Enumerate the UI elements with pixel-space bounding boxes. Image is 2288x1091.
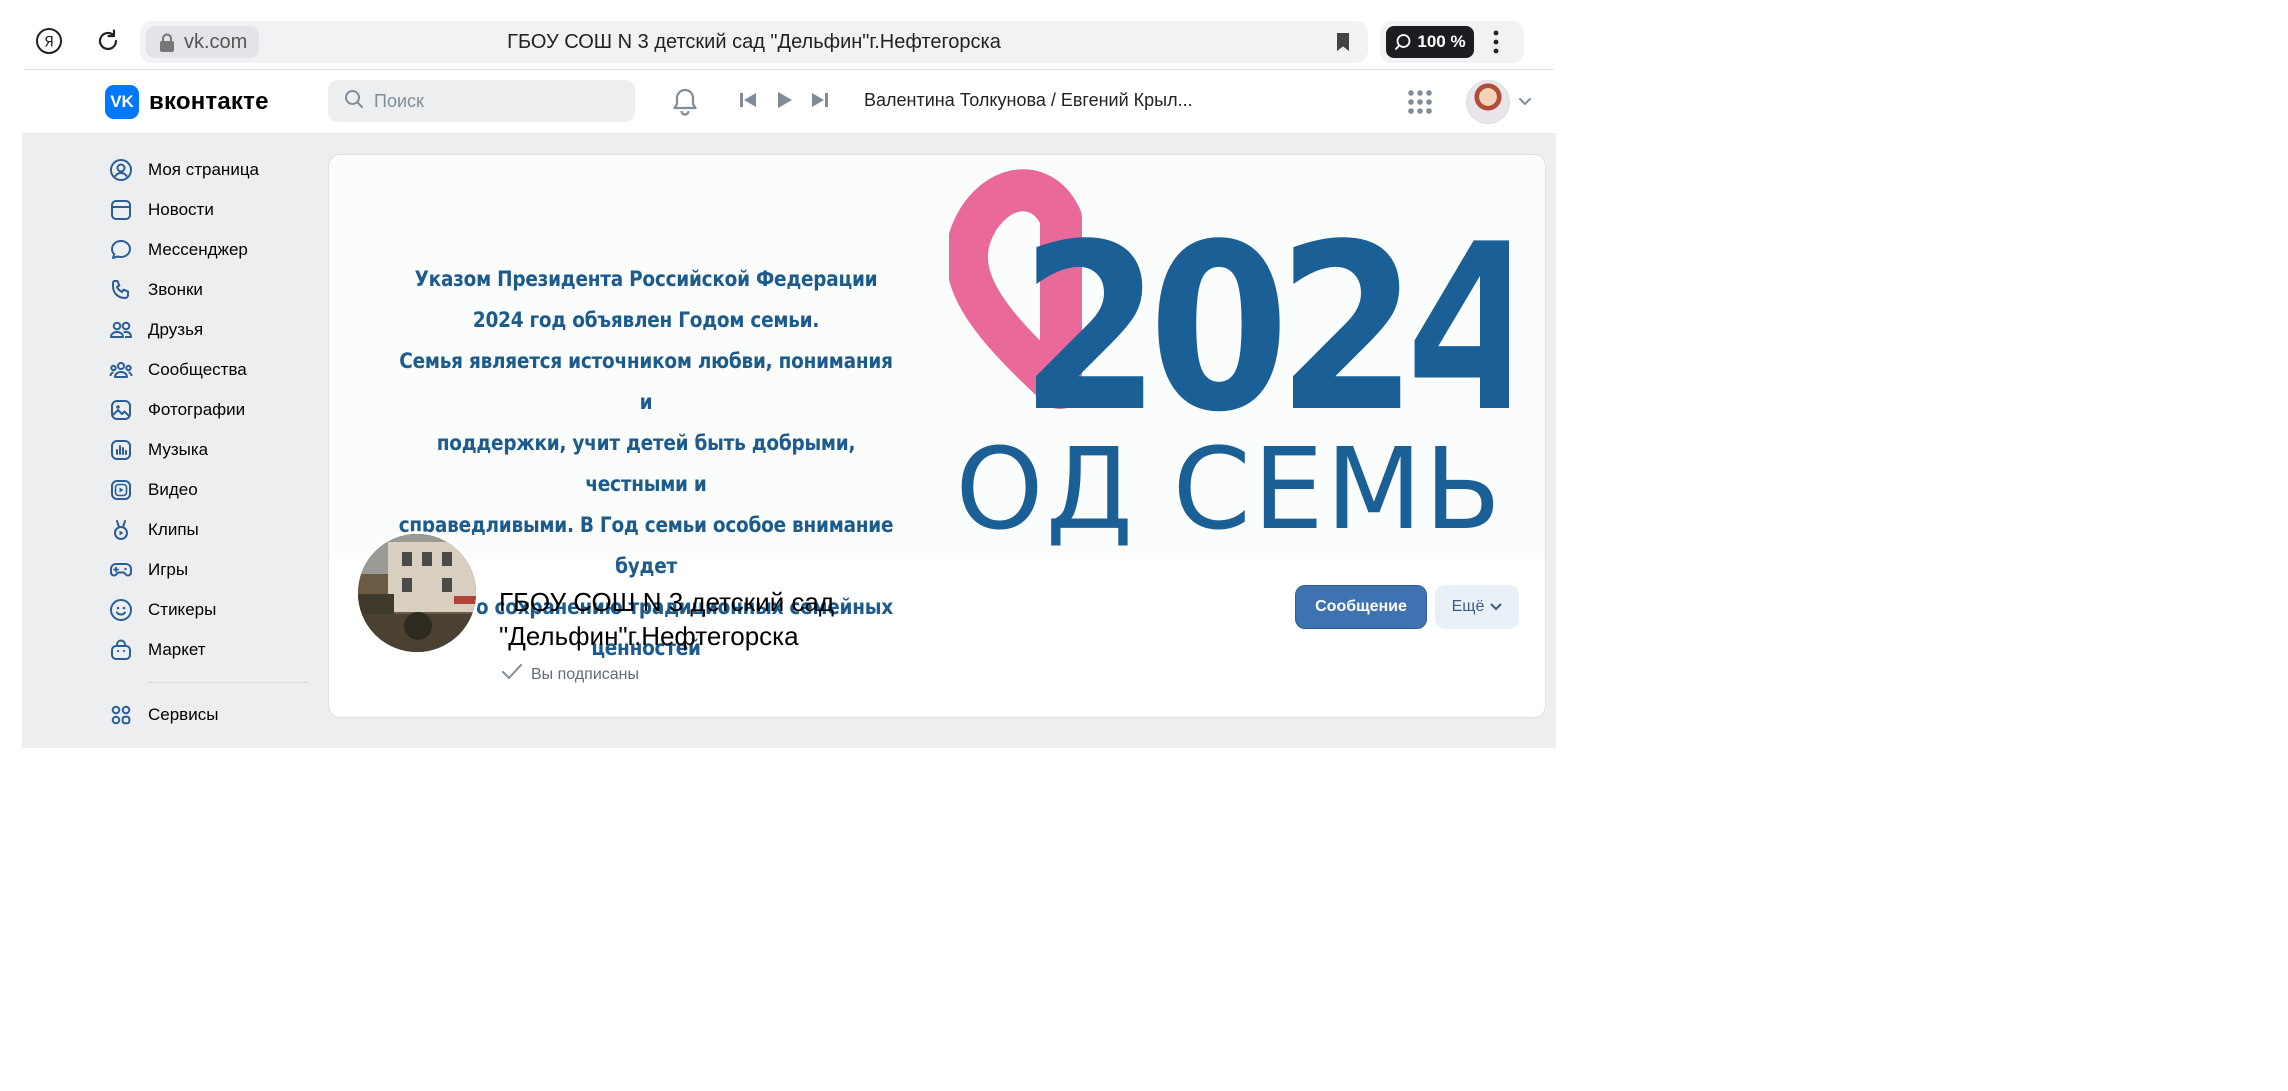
logo-year: 2024 xyxy=(1020,196,1509,464)
sidebar-item-label: Друзья xyxy=(148,320,204,339)
sidebar-item-label: Моя страница xyxy=(148,160,260,179)
sidebar-item-communities[interactable]: Сообщества xyxy=(100,350,310,390)
sidebar-item-market[interactable]: Маркет xyxy=(100,630,310,670)
sidebar-item-label: Видео xyxy=(148,480,198,499)
vk-logo-text: вконтакте xyxy=(149,88,269,115)
bookmark-icon[interactable] xyxy=(1334,31,1352,58)
services-grid-icon xyxy=(108,702,134,728)
sidebar-item-music[interactable]: Музыка xyxy=(100,430,310,470)
sidebar-item-services[interactable]: Сервисы xyxy=(100,695,310,735)
notifications-bell-icon[interactable] xyxy=(670,86,700,121)
group-header-card: Указом Президента Российской Федерации 2… xyxy=(328,154,1546,718)
group-cover: Указом Президента Российской Федерации 2… xyxy=(329,155,1545,661)
zoom-indicator[interactable]: 100 % xyxy=(1386,26,1474,58)
sidebar-item-label: Фотографии xyxy=(148,400,246,419)
cover-text-line: Указом Президента Российской Федерации xyxy=(414,267,878,292)
sidebar-item-calls[interactable]: Звонки xyxy=(100,270,310,310)
search-zoom-icon xyxy=(1395,34,1411,50)
sidebar-item-label: Новости xyxy=(148,200,214,219)
sidebar-item-label: Музыка xyxy=(148,440,209,459)
search-box[interactable] xyxy=(328,80,635,122)
sidebar-item-messenger[interactable]: Мессенджер xyxy=(100,230,310,270)
sidebar-item-clips[interactable]: Клипы xyxy=(100,510,310,550)
message-bubble-icon xyxy=(108,237,134,263)
reload-icon[interactable] xyxy=(93,26,123,56)
apps-grid-icon[interactable] xyxy=(1406,88,1434,121)
subscription-label: Вы подписаны xyxy=(531,665,639,683)
previous-track-icon[interactable] xyxy=(738,90,758,115)
sidebar-item-label: Игры xyxy=(148,560,189,579)
sidebar-item-label: Сервисы xyxy=(148,705,219,724)
left-navigation: Моя страница Новости Мессенджер Звонки Д… xyxy=(100,150,310,735)
more-menu-icon[interactable] xyxy=(1492,29,1500,60)
cover-text-line: поддержки, учит детей быть добрыми, чест… xyxy=(436,431,856,497)
subscription-status[interactable]: Вы подписаны xyxy=(501,663,639,686)
news-icon xyxy=(108,197,134,223)
chevron-down-icon[interactable] xyxy=(1518,94,1532,112)
sidebar-item-label: Маркет xyxy=(148,640,206,659)
photo-icon xyxy=(108,397,134,423)
bag-icon xyxy=(108,637,134,663)
svg-text:Я: Я xyxy=(44,35,54,51)
sidebar-item-friends[interactable]: Друзья xyxy=(100,310,310,350)
more-actions-button[interactable]: Ещё xyxy=(1435,585,1519,629)
zoom-area: 100 % xyxy=(1380,21,1524,63)
phone-icon xyxy=(108,277,134,303)
vk-logo[interactable]: VK вконтакте xyxy=(105,85,269,119)
send-message-button[interactable]: Сообщение xyxy=(1295,585,1427,629)
user-avatar[interactable] xyxy=(1466,80,1510,124)
cover-text-line: 2024 год объявлен Годом семьи. xyxy=(472,308,820,333)
sidebar-item-games[interactable]: Игры xyxy=(100,550,310,590)
gamepad-icon xyxy=(108,557,134,583)
audio-player-controls xyxy=(738,90,830,115)
checkmark-icon xyxy=(501,663,523,686)
chevron-down-icon xyxy=(1490,598,1502,616)
friends-icon xyxy=(108,317,134,343)
vk-logo-icon: VK xyxy=(105,85,139,119)
logo-slogan: ГОД СЕМЬИ xyxy=(949,425,1509,553)
clips-icon xyxy=(108,517,134,543)
sidebar-item-photos[interactable]: Фотографии xyxy=(100,390,310,430)
cover-text-line: Семья является источником любви, пониман… xyxy=(399,349,893,415)
sidebar-item-label: Сообщества xyxy=(148,360,247,379)
sidebar-item-my-page[interactable]: Моя страница xyxy=(100,150,310,190)
sidebar-divider xyxy=(148,682,308,683)
play-icon[interactable] xyxy=(774,90,794,115)
zoom-level: 100 % xyxy=(1417,32,1466,51)
browser-toolbar: Я vk.com ГБОУ СОШ N 3 детский сад "Дельф… xyxy=(0,0,1568,72)
sidebar-item-stickers[interactable]: Стикеры xyxy=(100,590,310,630)
now-playing-track[interactable]: Валентина Толкунова / Евгений Крыл... xyxy=(864,90,1193,111)
user-circle-icon xyxy=(108,157,134,183)
sidebar-item-video[interactable]: Видео xyxy=(100,470,310,510)
address-bar[interactable]: vk.com ГБОУ СОШ N 3 детский сад "Дельфин… xyxy=(140,21,1368,63)
more-actions-label: Ещё xyxy=(1451,598,1485,615)
group-name: ГБОУ СОШ N 3 детский сад "Дельфин"г.Нефт… xyxy=(499,587,835,651)
yandex-browser-icon[interactable]: Я xyxy=(34,26,64,56)
sidebar-item-label: Стикеры xyxy=(148,600,217,619)
video-icon xyxy=(108,477,134,503)
sidebar-item-label: Звонки xyxy=(148,280,203,299)
sidebar-item-label: Клипы xyxy=(148,520,199,539)
smile-icon xyxy=(108,597,134,623)
vk-header: VK вконтакте Валентина Толкунова / Евген… xyxy=(22,70,1556,134)
page-title: ГБОУ СОШ N 3 детский сад "Дельфин"г.Нефт… xyxy=(507,30,1001,53)
sidebar-item-news[interactable]: Новости xyxy=(100,190,310,230)
next-track-icon[interactable] xyxy=(810,90,830,115)
search-input[interactable] xyxy=(374,90,614,112)
sidebar-item-label: Мессенджер xyxy=(148,240,248,259)
music-icon xyxy=(108,437,134,463)
group-avatar[interactable] xyxy=(355,531,479,655)
year-of-family-logo: 2024 ГОД СЕМЬИ xyxy=(949,169,1509,553)
search-icon xyxy=(344,89,364,114)
communities-icon xyxy=(108,357,134,383)
